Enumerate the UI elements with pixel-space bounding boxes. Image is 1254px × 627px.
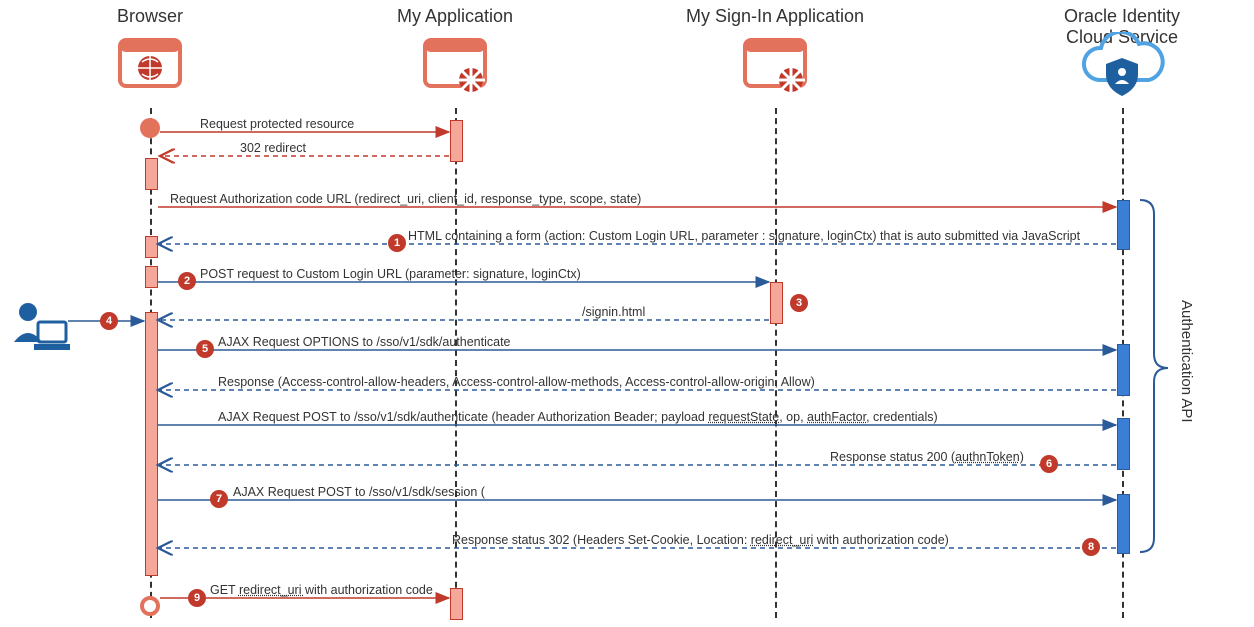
actor-title-signin: My Sign-In Application: [686, 6, 864, 27]
application-icon: [419, 32, 491, 107]
msg-auth-code-url: Request Authorization code URL (redirect…: [170, 192, 641, 206]
activation-oics-1: [1117, 200, 1130, 250]
activation-browser-2: [145, 236, 158, 258]
activation-browser-1: [145, 158, 158, 190]
cloud-service-icon: [1077, 32, 1167, 107]
step-badge-9: 9: [188, 589, 206, 607]
step-badge-5: 5: [196, 340, 214, 358]
actor-title-myapp: My Application: [397, 6, 513, 27]
msg-get-redirect: GET redirect_uri with authorization code: [210, 583, 433, 597]
end-node: [140, 596, 160, 616]
msg-post-login: POST request to Custom Login URL (parame…: [200, 267, 581, 281]
start-node: [140, 118, 160, 138]
step-badge-3: 3: [790, 294, 808, 312]
activation-oics-4: [1117, 494, 1130, 554]
msg-signin-html: /signin.html: [582, 305, 645, 319]
activation-myapp-1: [450, 120, 463, 162]
activation-myapp-2: [450, 588, 463, 620]
msg-ajax-authenticate: AJAX Request POST to /sso/v1/sdk/authent…: [218, 410, 938, 424]
brace-label-auth-api: Authentication API: [1178, 300, 1195, 423]
actor-title-browser: Browser: [117, 6, 183, 27]
step-badge-1: 1: [388, 234, 406, 252]
signin-app-icon: [739, 32, 811, 107]
step-badge-4: 4: [100, 312, 118, 330]
msg-302-redirect: 302 redirect: [240, 141, 306, 155]
activation-browser-3: [145, 266, 158, 288]
browser-icon: [114, 32, 186, 107]
activation-browser-main: [145, 312, 158, 576]
msg-cors-response: Response (Access-control-allow-headers, …: [218, 375, 815, 389]
step-badge-2: 2: [178, 272, 196, 290]
activation-oics-3: [1117, 418, 1130, 470]
msg-302-cookie: Response status 302 (Headers Set-Cookie,…: [452, 533, 949, 547]
step-badge-6: 6: [1040, 455, 1058, 473]
activation-signin-1: [770, 282, 783, 324]
step-badge-8: 8: [1082, 538, 1100, 556]
msg-ajax-options: AJAX Request OPTIONS to /sso/v1/sdk/auth…: [218, 335, 511, 349]
msg-ajax-session: AJAX Request POST to /sso/v1/sdk/session…: [233, 485, 485, 499]
activation-oics-2: [1117, 344, 1130, 396]
step-badge-7: 7: [210, 490, 228, 508]
user-icon: [8, 298, 70, 361]
msg-request-resource: Request protected resource: [200, 117, 354, 131]
msg-html-form: HTML containing a form (action: Custom L…: [408, 229, 1080, 243]
msg-authn-token: Response status 200 (authnToken): [830, 450, 1024, 464]
